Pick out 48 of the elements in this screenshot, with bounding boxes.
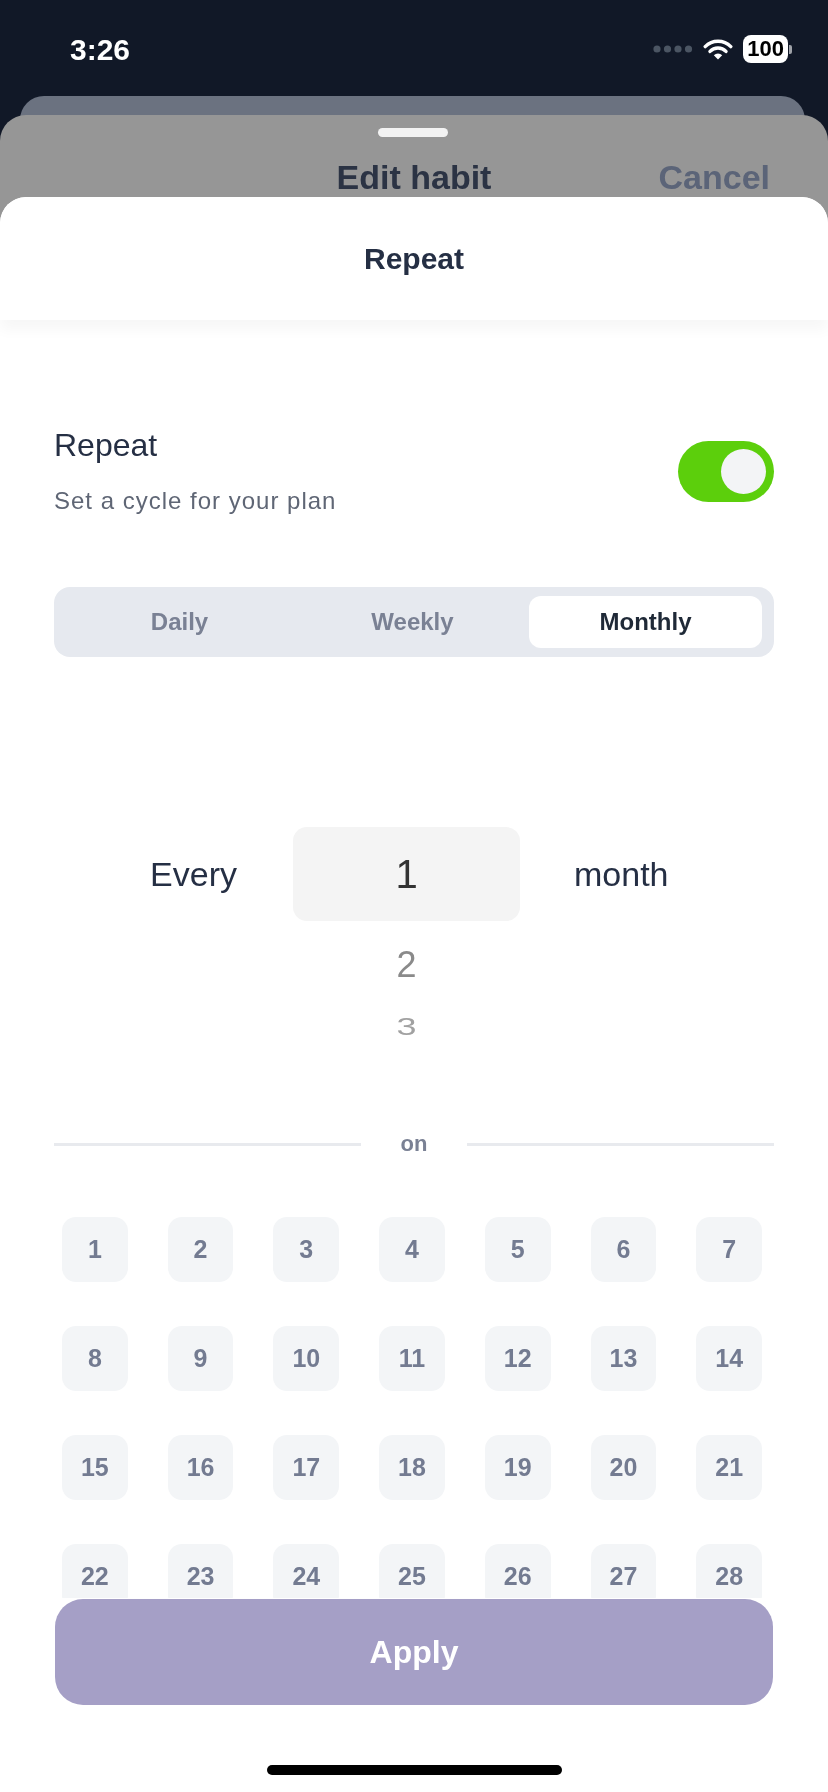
day-tile[interactable]: 7 (696, 1217, 762, 1282)
wheel-option[interactable]: 1 (293, 827, 520, 921)
wifi-icon (703, 38, 734, 60)
day-tile[interactable]: 17 (273, 1435, 340, 1500)
day-tile[interactable]: 10 (273, 1326, 340, 1391)
repeat-label: Repeat (54, 426, 159, 465)
days-divider-label: on (399, 1130, 429, 1158)
day-tile[interactable]: 16 (167, 1435, 234, 1500)
day-tile[interactable]: 15 (62, 1435, 128, 1500)
day-tile[interactable]: 18 (379, 1435, 445, 1500)
repeat-toggle[interactable] (678, 440, 774, 502)
cancel-button[interactable]: Cancel (658, 157, 770, 197)
frequency-tab[interactable]: Daily (63, 596, 296, 648)
signal-dots-icon (653, 45, 694, 53)
wheel-option[interactable]: 2 (396, 945, 417, 985)
day-tile[interactable]: 13 (590, 1326, 657, 1391)
day-tile[interactable]: 8 (62, 1326, 128, 1391)
status-time: 3:26 (70, 35, 131, 65)
frequency-tab[interactable]: Weekly (296, 596, 529, 648)
day-tile[interactable]: 19 (484, 1435, 551, 1500)
day-tile[interactable]: 3 (273, 1217, 340, 1282)
day-tile[interactable]: 22 (62, 1544, 128, 1598)
day-tile[interactable]: 9 (167, 1326, 234, 1391)
drag-handle[interactable] (378, 128, 448, 137)
day-tile[interactable]: 27 (590, 1544, 657, 1598)
battery-indicator: 100 (743, 35, 792, 63)
unit-label: month (574, 853, 669, 895)
parent-sheet-title: Edit habit (336, 157, 492, 197)
day-tile[interactable]: 25 (379, 1544, 445, 1598)
day-tile[interactable]: 26 (484, 1544, 551, 1598)
wheel-option[interactable]: 3 (396, 1013, 417, 1041)
repeat-description: Set a cycle for your plan (54, 486, 337, 516)
day-tile[interactable]: 2 (167, 1217, 234, 1282)
day-tile[interactable]: 21 (696, 1435, 762, 1500)
frequency-tab[interactable]: Monthly (529, 596, 762, 648)
sheet-title: Repeat (363, 241, 464, 277)
day-tile[interactable]: 14 (696, 1326, 762, 1391)
day-tile[interactable]: 20 (590, 1435, 657, 1500)
day-tile[interactable]: 23 (167, 1544, 234, 1598)
day-tile[interactable]: 24 (273, 1544, 340, 1598)
every-label: Every (150, 853, 237, 895)
day-tile[interactable]: 28 (696, 1544, 762, 1598)
day-tile[interactable]: 11 (379, 1326, 445, 1391)
day-tile[interactable]: 12 (484, 1326, 551, 1391)
day-tile[interactable]: 5 (484, 1217, 551, 1282)
day-tile[interactable]: 4 (379, 1217, 445, 1282)
day-tile[interactable]: 6 (590, 1217, 657, 1282)
day-tile[interactable]: 1 (62, 1217, 128, 1282)
